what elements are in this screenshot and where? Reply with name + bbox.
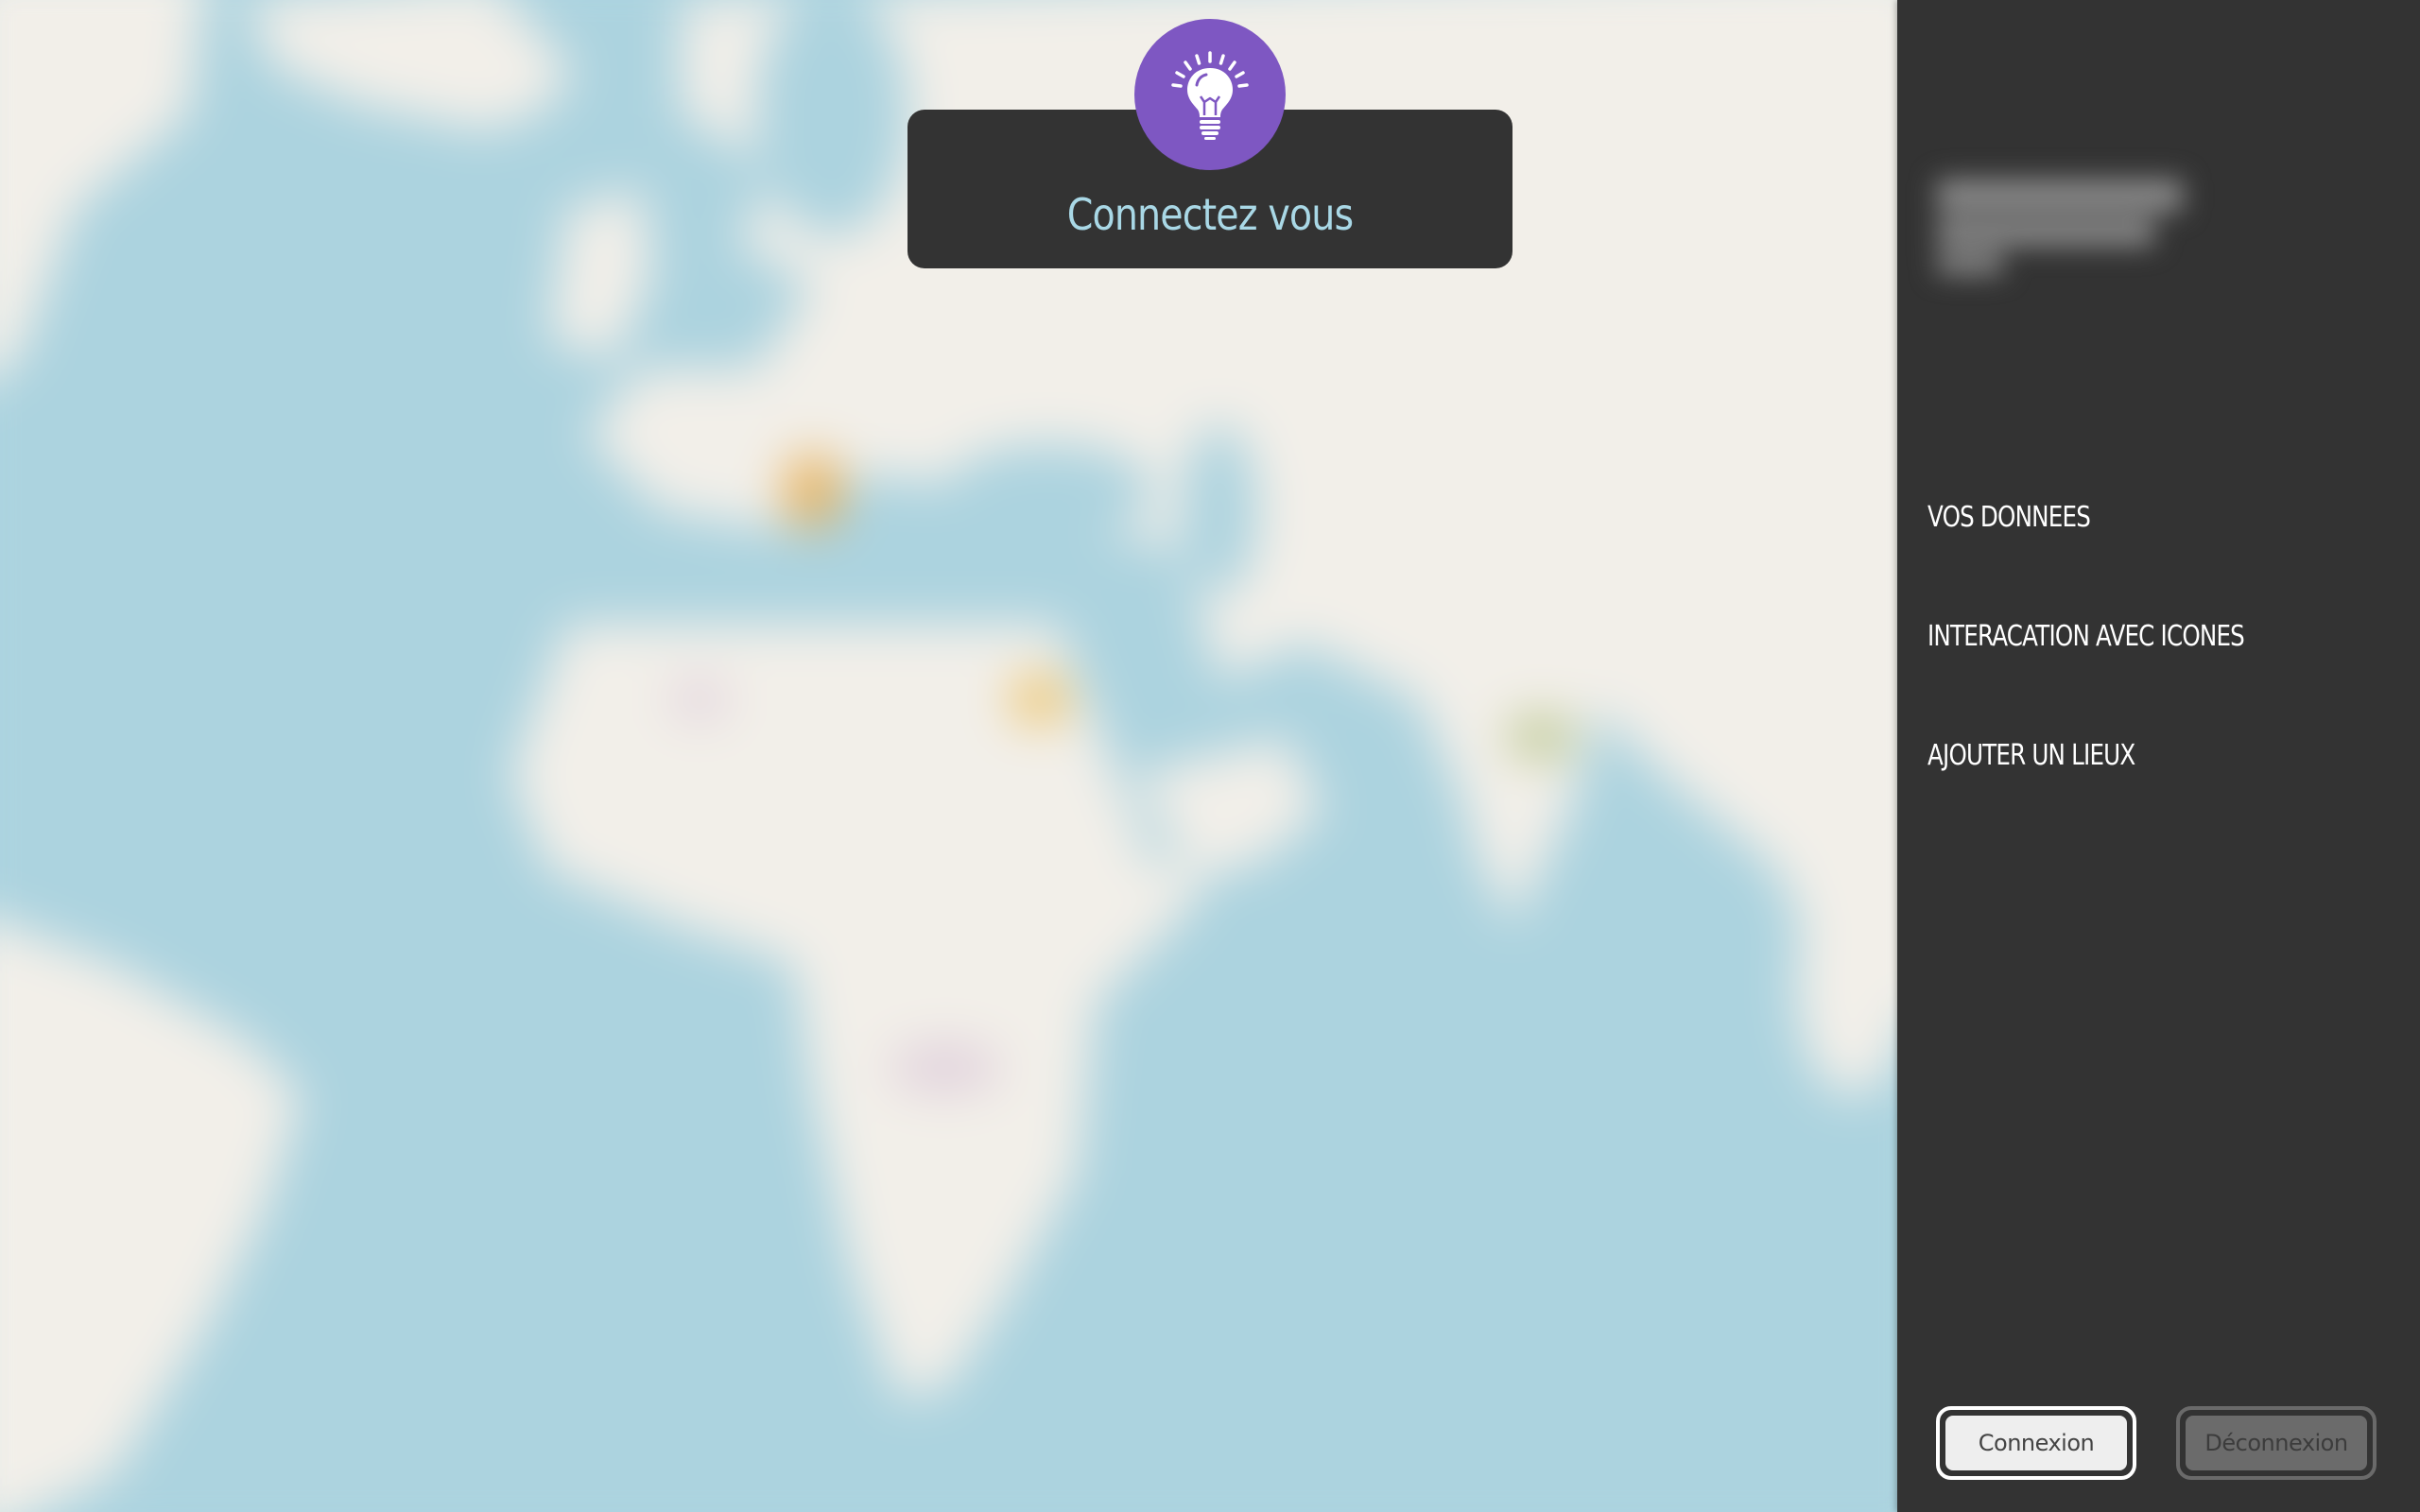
login-button-frame: Connexion — [1936, 1406, 2136, 1480]
sidebar-item-vos-donnees[interactable]: VOS DONNEES — [1927, 491, 2244, 610]
sidebar-nav: VOS DONNEES INTERACATION AVEC ICONES AJO… — [1927, 491, 2314, 849]
sidebar: VOS DONNEES INTERACATION AVEC ICONES AJO… — [1897, 0, 2420, 1512]
lightbulb-icon — [1171, 51, 1249, 140]
lightbulb-badge — [1134, 19, 1286, 170]
sidebar-brand-logo — [1927, 170, 2192, 284]
logout-button[interactable]: Déconnexion — [2186, 1416, 2367, 1470]
app-window: Connectez vous VOS DONNEES INTERACATION … — [0, 0, 2420, 1512]
sidebar-item-interaction-icones[interactable]: INTERACATION AVEC ICONES — [1927, 610, 2245, 730]
login-prompt-title: Connectez vous — [1066, 189, 1354, 240]
logout-button-frame: Déconnexion — [2176, 1406, 2377, 1480]
login-button[interactable]: Connexion — [1945, 1416, 2127, 1470]
sidebar-item-ajouter-lieux[interactable]: AJOUTER UN LIEUX — [1927, 730, 2244, 849]
